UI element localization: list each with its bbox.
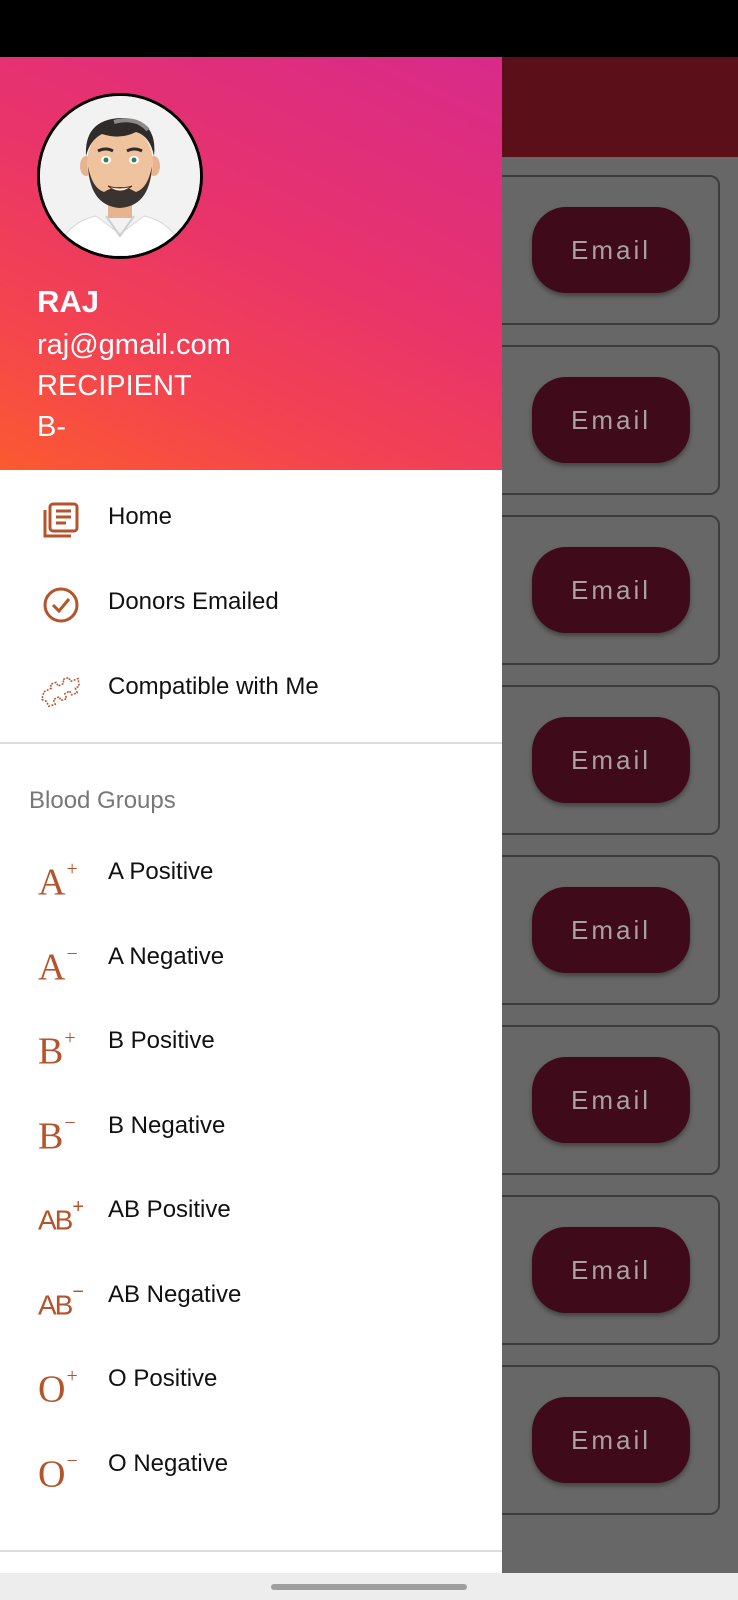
blood-group-label: B Positive — [108, 1027, 215, 1054]
ab-positive-icon: AB+ — [38, 1196, 84, 1236]
home-gesture-handle[interactable] — [271, 1584, 467, 1590]
email-button[interactable]: Email — [532, 207, 690, 293]
profile-role: RECIPIENT — [37, 370, 192, 402]
menu-item-home[interactable]: Home — [0, 481, 502, 561]
avatar[interactable] — [37, 93, 203, 259]
donor-card: Email — [478, 1195, 720, 1345]
email-button[interactable]: Email — [532, 1397, 690, 1483]
menu-item-label: Donors Emailed — [108, 588, 279, 615]
menu-item-compatible[interactable]: Compatible with Me — [0, 651, 502, 731]
b-negative-icon: B− — [38, 1112, 76, 1158]
email-button[interactable]: Email — [532, 717, 690, 803]
blood-group-ab-negative[interactable]: AB− AB Negative — [0, 1259, 502, 1339]
donor-card: Email — [478, 685, 720, 835]
list-book-icon — [40, 499, 82, 541]
donor-card: Email — [478, 345, 720, 495]
o-negative-icon: O− — [38, 1450, 78, 1496]
email-button[interactable]: Email — [532, 1227, 690, 1313]
blood-group-label: AB Negative — [108, 1281, 242, 1308]
blood-group-label: AB Positive — [108, 1196, 231, 1223]
email-button[interactable]: Email — [532, 887, 690, 973]
o-positive-icon: O+ — [38, 1365, 78, 1411]
avatar-illustration — [40, 96, 200, 256]
drawer-header: RAJ raj@gmail.com RECIPIENT B- — [0, 57, 502, 470]
blood-group-b-negative[interactable]: B− B Negative — [0, 1090, 502, 1170]
donor-card: Email — [478, 515, 720, 665]
menu-item-label: Home — [108, 503, 173, 530]
status-bar — [0, 0, 738, 57]
blood-group-label: B Negative — [108, 1112, 226, 1139]
ab-negative-icon: AB− — [38, 1281, 84, 1321]
blood-groups-title: Blood Groups — [29, 787, 176, 814]
navigation-drawer: RAJ raj@gmail.com RECIPIENT B- Home Dono… — [0, 57, 502, 1573]
email-button[interactable]: Email — [532, 547, 690, 633]
blood-group-label: O Negative — [108, 1450, 229, 1477]
system-navigation-bar — [0, 1573, 738, 1600]
profile-blood-group: B- — [37, 411, 66, 443]
donor-card: Email — [478, 175, 720, 325]
b-positive-icon: B+ — [38, 1027, 76, 1073]
email-button[interactable]: Email — [532, 1057, 690, 1143]
menu-item-label: Compatible with Me — [108, 673, 319, 700]
profile-email: raj@gmail.com — [37, 329, 231, 361]
a-negative-icon: A− — [38, 943, 78, 989]
blood-group-label: A Negative — [108, 943, 225, 970]
puzzle-icon — [40, 669, 82, 711]
blood-group-label: O Positive — [108, 1365, 218, 1392]
divider — [0, 742, 502, 744]
donor-card: Email — [478, 1025, 720, 1175]
blood-group-a-positive[interactable]: A+ A Positive — [0, 836, 502, 916]
menu-item-donors-emailed[interactable]: Donors Emailed — [0, 566, 502, 646]
a-positive-icon: A+ — [38, 858, 78, 904]
email-button[interactable]: Email — [532, 377, 690, 463]
blood-group-a-negative[interactable]: A− A Negative — [0, 921, 502, 1001]
blood-group-b-positive[interactable]: B+ B Positive — [0, 1005, 502, 1085]
donor-card: Email — [478, 855, 720, 1005]
blood-group-label: A Positive — [108, 858, 214, 885]
divider — [0, 1550, 502, 1552]
profile-name: RAJ — [37, 284, 100, 319]
blood-group-ab-positive[interactable]: AB+ AB Positive — [0, 1174, 502, 1254]
blood-group-o-positive[interactable]: O+ O Positive — [0, 1343, 502, 1423]
blood-group-o-negative[interactable]: O− O Negative — [0, 1428, 502, 1508]
donor-card: Email — [478, 1365, 720, 1515]
check-circle-icon — [40, 584, 82, 626]
